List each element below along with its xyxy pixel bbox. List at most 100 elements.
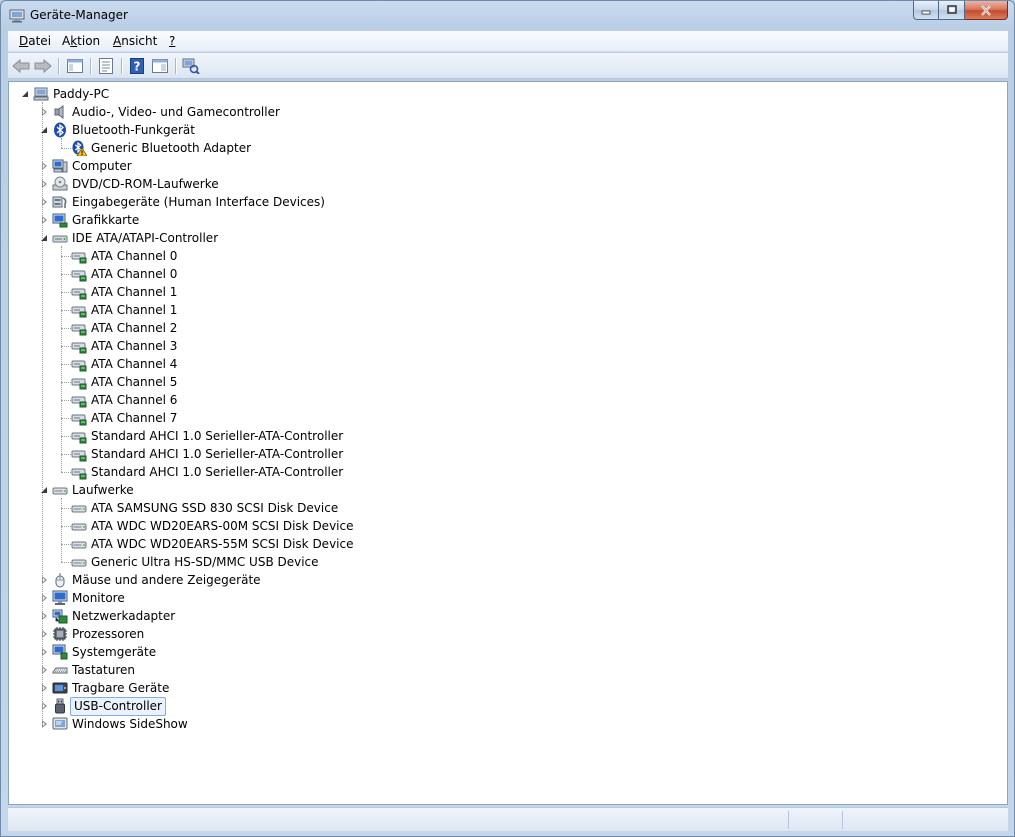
computer-icon [52,159,68,173]
collapse-toggle[interactable] [39,233,49,243]
mouse-icon [55,573,65,588]
tree-connector [61,148,71,149]
tree-device-item[interactable]: ATA Channel 5 [9,373,1007,391]
tree-device-item[interactable]: ATA Channel 0 [9,265,1007,283]
collapse-toggle[interactable] [20,89,30,99]
maximize-button[interactable] [939,1,965,20]
keyboard-icon [52,667,68,674]
tree-device-item[interactable]: ATA Channel 2 [9,319,1007,337]
tree-category-mäuse-und-andere-zeigegeräte[interactable]: Mäuse und andere Zeigegeräte [9,571,1007,589]
tree-category-ide-ata-atapi-controller[interactable]: IDE ATA/ATAPI-Controller [9,229,1007,247]
tree-category-systemgeräte[interactable]: Systemgeräte [9,643,1007,661]
console-tree-button[interactable] [65,56,85,76]
tree-category-bluetooth-funkgerät[interactable]: Bluetooth-Funkgerät [9,121,1007,139]
tree-connector [61,526,71,527]
tree-node-label: Eingabegeräte (Human Interface Devices) [72,195,325,209]
menu-datei[interactable]: Datei [19,34,51,48]
tree-connector [61,508,71,509]
ide-channel-icon [71,468,87,480]
tree-node-label: Tastaturen [72,663,135,677]
minimize-button[interactable] [913,1,939,20]
back-arrow-icon [12,59,30,73]
tree-node-label: Standard AHCI 1.0 Serieller-ATA-Controll… [91,429,344,443]
back-button[interactable] [11,56,31,76]
forward-button[interactable] [33,56,53,76]
tree-device-item[interactable]: ATA SAMSUNG SSD 830 SCSI Disk Device [9,499,1007,517]
tree-device-item[interactable]: Standard AHCI 1.0 Serieller-ATA-Controll… [9,463,1007,481]
device-tree[interactable]: Paddy-PC Audio-, Video- und Gamecontrolle… [8,81,1008,805]
tree-device-item[interactable]: ATA Channel 4 [9,355,1007,373]
properties-button[interactable] [96,56,116,76]
tree-node-label: Prozessoren [72,627,145,641]
tree-category-eingabegeräte-human-interface-devices[interactable]: Eingabegeräte (Human Interface Devices) [9,193,1007,211]
svg-text:?: ? [134,60,141,74]
tree-node-label: Laufwerke [72,483,134,497]
tree-device-item[interactable]: ATA Channel 7 [9,409,1007,427]
menu-datei-accel: D [19,34,29,48]
tree-category-prozessoren[interactable]: Prozessoren [9,625,1007,643]
tree-device-item[interactable]: ATA WDC WD20EARS-00M SCSI Disk Device [9,517,1007,535]
tree-category-audio-video-und-gamecontroller[interactable]: Audio-, Video- und Gamecontroller [9,103,1007,121]
tree-node-label: Generic Ultra HS-SD/MMC USB Device [91,555,319,569]
toolbar-separator [90,58,91,74]
tree-node-label: Standard AHCI 1.0 Serieller-ATA-Controll… [91,465,344,479]
tree-device-item[interactable]: ATA Channel 6 [9,391,1007,409]
tree-device-item[interactable]: ATA Channel 1 [9,301,1007,319]
scan-hardware-button[interactable] [181,56,201,76]
tree-device-item[interactable]: ATA Channel 3 [9,337,1007,355]
ide-channel-icon [71,252,87,264]
status-bar [8,807,1008,831]
tree-node-label: Bluetooth-Funkgerät [72,123,195,137]
title-bar[interactable]: Geräte-Manager [1,1,1014,31]
help-icon: ? [130,58,144,74]
tree-category-monitore[interactable]: Monitore [9,589,1007,607]
collapse-toggle[interactable] [39,125,49,135]
tree-node-label: USB-Controller [70,697,166,716]
tree-category-laufwerke[interactable]: Laufwerke [9,481,1007,499]
disk-drive-icon [71,559,87,567]
menu-ansicht[interactable]: Ansicht [113,34,157,48]
tree-category-netzwerkadapter[interactable]: Netzwerkadapter [9,607,1007,625]
tree-node-label: Tragbare Geräte [72,681,170,695]
menu-help[interactable]: ? [169,34,175,48]
tree-category-usb-controller[interactable]: USB-Controller [9,697,1007,716]
tree-category-windows-sideshow[interactable]: Windows SideShow [9,715,1007,733]
tree-category-dvd-cd-rom-laufwerke[interactable]: DVD/CD-ROM-Laufwerke [9,175,1007,193]
tree-device-item[interactable]: Generic Ultra HS-SD/MMC USB Device [9,553,1007,571]
action-pane-button[interactable] [150,56,170,76]
collapse-toggle[interactable] [39,485,49,495]
tree-device-item[interactable]: Generic Bluetooth Adapter [9,139,1007,157]
tree-device-item[interactable]: ATA Channel 1 [9,283,1007,301]
close-button[interactable] [965,1,1008,20]
tree-category-grafikkarte[interactable]: Grafikkarte [9,211,1007,229]
ide-channel-icon [71,414,87,426]
processor-icon [53,627,67,641]
tree-device-item[interactable]: ATA WDC WD20EARS-55M SCSI Disk Device [9,535,1007,553]
device-manager-window: Geräte-Manager Datei Aktion Ansicht ? ? … [0,0,1015,837]
tree-node-root[interactable]: Paddy-PC [9,85,1007,103]
tree-device-item[interactable]: Standard AHCI 1.0 Serieller-ATA-Controll… [9,445,1007,463]
menu-aktion[interactable]: Aktion [62,34,100,48]
tree-node-label: ATA SAMSUNG SSD 830 SCSI Disk Device [91,501,339,515]
tree-category-tragbare-geräte[interactable]: Tragbare Geräte [9,679,1007,697]
tree-connector [61,400,71,401]
sideshow-icon [52,717,68,730]
minimize-icon [921,10,931,15]
tree-node-label: ATA Channel 6 [91,393,178,407]
ide-channel-icon [71,306,87,318]
ide-channel-icon [71,450,87,462]
tree-node-label: Standard AHCI 1.0 Serieller-ATA-Controll… [91,447,344,461]
ide-channel-icon [71,360,87,372]
monitor-icon [52,590,68,605]
ide-controller-icon [52,235,68,243]
toolbar-separator [175,58,176,74]
tree-category-tastaturen[interactable]: Tastaturen [9,661,1007,679]
tree-device-item[interactable]: ATA Channel 0 [9,247,1007,265]
tree-node-label: Netzwerkadapter [72,609,176,623]
tree-node-label: DVD/CD-ROM-Laufwerke [72,177,219,191]
help-button[interactable]: ? [127,56,147,76]
hid-icon [52,196,67,208]
ide-channel-icon [71,288,87,300]
tree-category-computer[interactable]: Computer [9,157,1007,175]
tree-device-item[interactable]: Standard AHCI 1.0 Serieller-ATA-Controll… [9,427,1007,445]
